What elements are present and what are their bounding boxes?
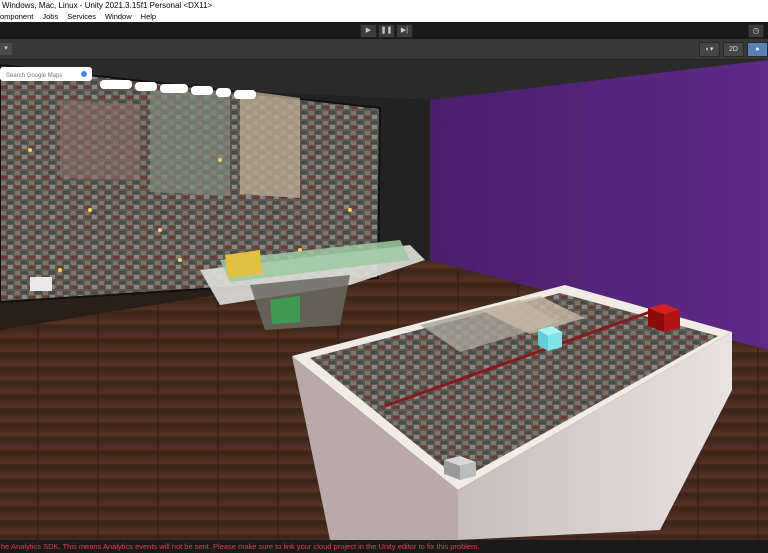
play-button[interactable]: ▶ — [360, 24, 377, 38]
menu-item-component[interactable]: omponent — [0, 11, 33, 22]
shading-icon: ◐▾ — [705, 46, 714, 53]
window-title-bar: Windows, Mac, Linux - Unity 2021.3.15f1 … — [0, 0, 768, 11]
menu-item-window[interactable]: Window — [105, 11, 132, 22]
scene-view-toolbar: ▾ ◐▾ 2D ● — [0, 39, 768, 60]
wall-map-block — [150, 90, 230, 196]
red-cube[interactable] — [648, 304, 680, 332]
map-chip[interactable] — [100, 80, 132, 89]
play-icon: ▶ — [365, 27, 372, 34]
map-directions-icon[interactable] — [81, 71, 87, 77]
map-search-placeholder: Search Google Maps — [6, 73, 62, 79]
map-chip[interactable] — [160, 84, 188, 93]
step-button[interactable]: ▶| — [396, 24, 413, 38]
window-title: Windows, Mac, Linux - Unity 2021.3.15f1 … — [2, 1, 213, 10]
wall-map-tile — [30, 277, 52, 291]
history-button[interactable]: ◷ — [748, 24, 764, 38]
scene-tool-menu-button[interactable]: ▾ — [0, 43, 12, 55]
map-chip[interactable] — [234, 90, 256, 99]
console-error-message: he Analytics SDK. This means Analytics e… — [1, 542, 480, 551]
map-chip[interactable] — [135, 82, 157, 91]
map-chip[interactable] — [191, 86, 213, 95]
wall-map-block — [60, 100, 140, 180]
map-chip[interactable] — [216, 88, 231, 97]
main-toolbar: ▶ ❚❚ ▶| ◷ — [0, 22, 768, 39]
step-icon: ▶| — [400, 27, 409, 34]
toggle-2d-label: 2D — [729, 46, 738, 53]
menu-item-help[interactable]: Help — [141, 11, 156, 22]
pause-button[interactable]: ❚❚ — [378, 24, 395, 38]
menu-bar: omponent Jobs Services Window Help — [0, 11, 768, 22]
scene-viewport[interactable]: Search Google Maps — [0, 60, 768, 540]
history-icon: ◷ — [752, 26, 760, 35]
toggle-2d-button[interactable]: 2D — [723, 42, 744, 57]
lightbulb-icon: ● — [755, 46, 760, 53]
menu-item-jobs[interactable]: Jobs — [42, 11, 58, 22]
lighting-toggle-button[interactable]: ● — [747, 42, 768, 57]
draw-mode-dropdown[interactable]: ◐▾ — [699, 42, 720, 57]
console-status-bar[interactable]: he Analytics SDK. This means Analytics e… — [0, 540, 768, 553]
scene-render: Search Google Maps — [0, 60, 768, 540]
wall-map-roof — [240, 90, 300, 198]
chevron-down-icon: ▾ — [4, 45, 8, 52]
play-controls: ▶ ❚❚ ▶| — [360, 24, 413, 38]
pause-icon: ❚❚ — [380, 27, 393, 34]
scene-view-options: ◐▾ 2D ● — [699, 42, 768, 57]
menu-item-services[interactable]: Services — [67, 11, 96, 22]
